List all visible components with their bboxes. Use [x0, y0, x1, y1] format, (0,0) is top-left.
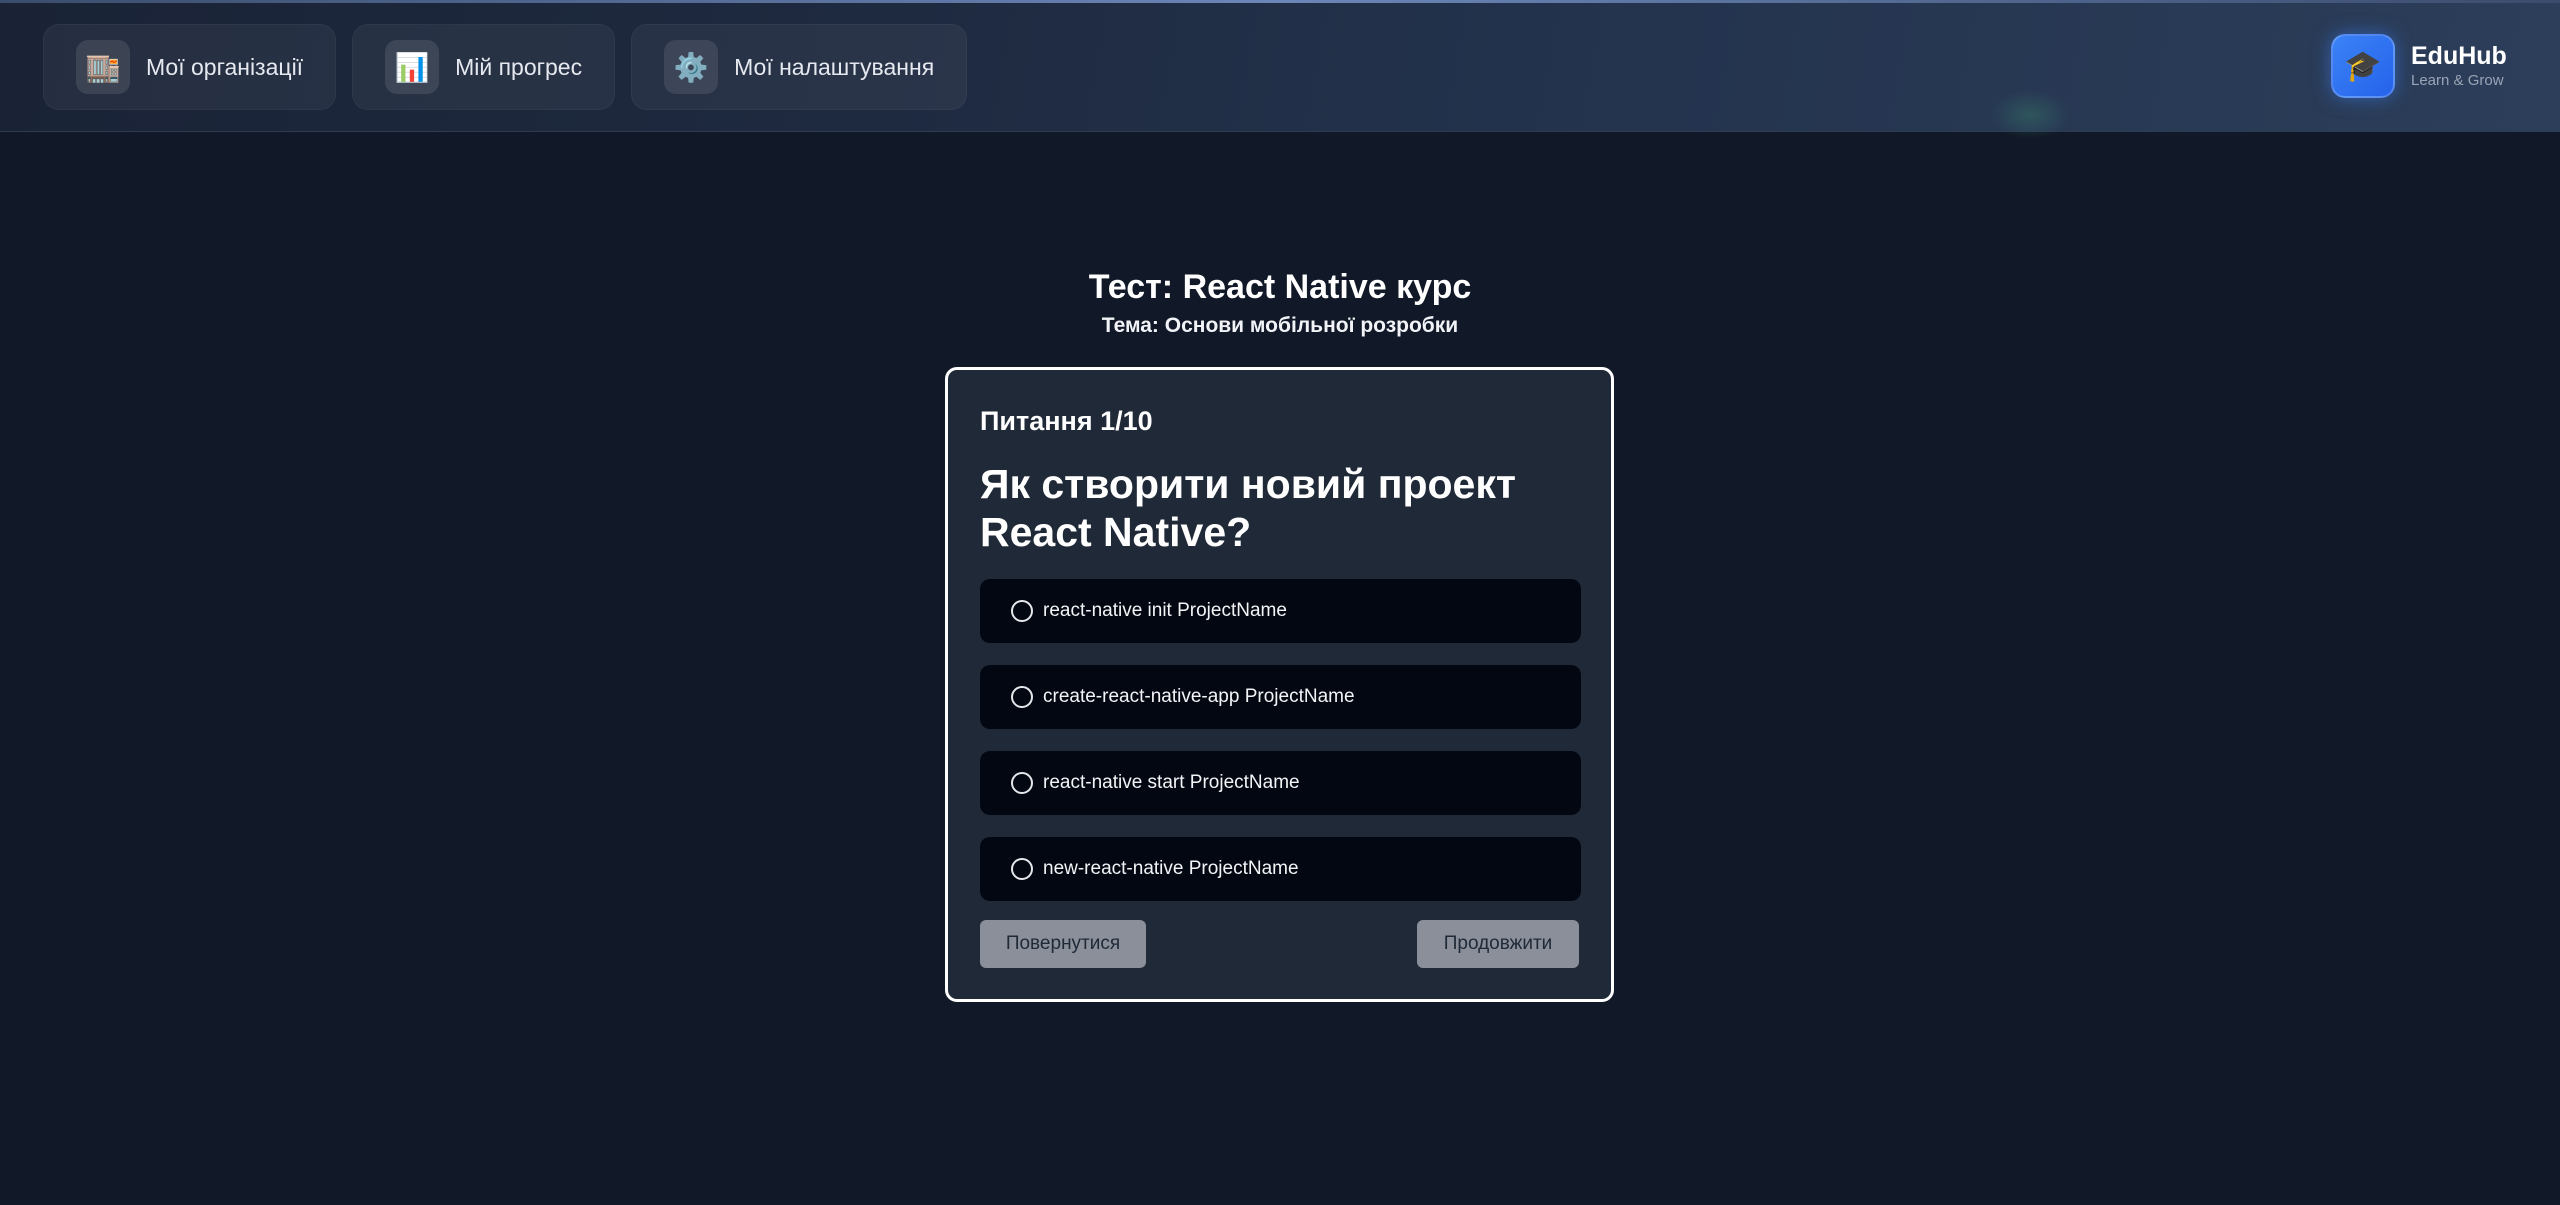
- answer-options: react-native init ProjectName create-rea…: [980, 579, 1581, 923]
- answer-option-3[interactable]: react-native start ProjectName: [980, 751, 1581, 815]
- nav-my-organizations-button[interactable]: 🏬 Мої організації: [43, 24, 337, 110]
- brand-name: EduHub: [2411, 42, 2507, 70]
- building-icon: 🏬: [76, 40, 130, 94]
- graduation-cap-icon: 🎓: [2331, 34, 2395, 98]
- question-text: Як створити новий проект React Native?: [980, 461, 1516, 555]
- top-navigation-bar: 🏬 Мої організації 📊 Мій прогрес ⚙️ Мої н…: [0, 0, 2560, 140]
- radio-button[interactable]: [1011, 686, 1033, 708]
- answer-option-1[interactable]: react-native init ProjectName: [980, 579, 1581, 643]
- back-button[interactable]: Повернутися: [980, 920, 1146, 968]
- answer-option-4[interactable]: new-react-native ProjectName: [980, 837, 1581, 901]
- radio-button[interactable]: [1011, 772, 1033, 794]
- answer-option-label: react-native start ProjectName: [1043, 772, 1300, 793]
- nav-group: 🏬 Мої організації 📊 Мій прогрес ⚙️ Мої н…: [43, 24, 968, 110]
- nav-my-settings-label: Мої налаштування: [734, 53, 935, 80]
- quiz-topic: Тема: Основи мобільної розробки: [1101, 314, 1459, 337]
- brand-tagline: Learn & Grow: [2411, 72, 2504, 89]
- brand-text: EduHub Learn & Grow: [2411, 41, 2507, 91]
- bar-chart-icon: 📊: [385, 40, 440, 94]
- radio-button[interactable]: [1011, 858, 1033, 880]
- answer-option-label: react-native init ProjectName: [1043, 600, 1287, 621]
- gear-icon: ⚙️: [664, 40, 719, 94]
- brand-logo-link[interactable]: 🎓 EduHub Learn & Grow: [2331, 34, 2507, 98]
- nav-my-progress-button[interactable]: 📊 Мій прогрес: [352, 24, 616, 110]
- question-number: Питання 1/10: [980, 406, 1153, 436]
- answer-option-label: create-react-native-app ProjectName: [1043, 686, 1355, 707]
- nav-my-progress-label: Мій прогрес: [455, 53, 583, 80]
- continue-button[interactable]: Продовжити: [1417, 920, 1579, 968]
- answer-option-2[interactable]: create-react-native-app ProjectName: [980, 665, 1581, 729]
- question-card: Питання 1/10 Як створити новий проект Re…: [945, 367, 1614, 1002]
- answer-option-label: new-react-native ProjectName: [1043, 858, 1299, 879]
- nav-my-settings-button[interactable]: ⚙️ Мої налаштування: [631, 24, 968, 110]
- quiz-title: Тест: React Native курс: [1088, 268, 1472, 306]
- radio-button[interactable]: [1011, 600, 1033, 622]
- nav-my-organizations-label: Мої організації: [146, 53, 304, 80]
- decorative-glow: [1990, 90, 2070, 140]
